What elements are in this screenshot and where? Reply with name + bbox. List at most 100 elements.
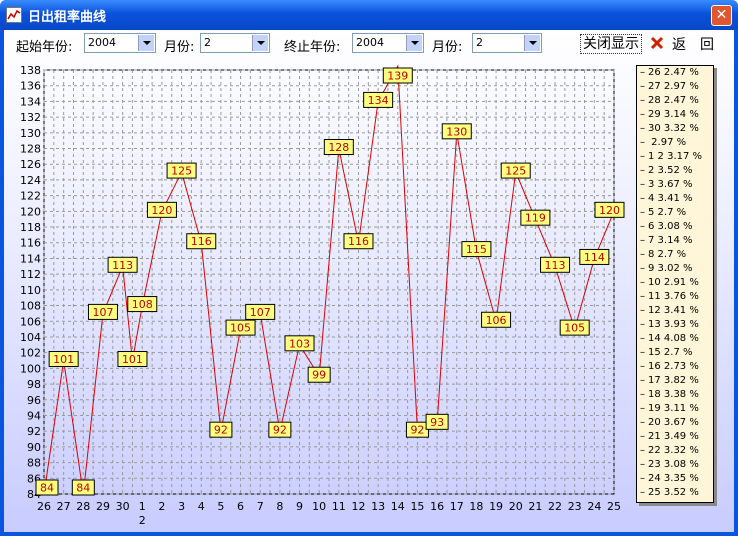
list-item[interactable]: –24 3.35 % — [637, 472, 713, 486]
list-item[interactable]: –8 2.7 % — [637, 248, 713, 262]
list-item[interactable]: –25 3.52 % — [637, 486, 713, 500]
list-item[interactable]: –6 3.08 % — [637, 220, 713, 234]
list-item-text: 27 2.97 % — [648, 81, 699, 92]
list-item[interactable]: –7 3.14 % — [637, 234, 713, 248]
list-item-text: 18 3.38 % — [648, 389, 699, 400]
list-item[interactable]: –28 2.47 % — [637, 94, 713, 108]
chevron-down-icon[interactable] — [406, 35, 422, 51]
list-item[interactable]: –23 3.08 % — [637, 458, 713, 472]
y-tick-label: 126 — [20, 158, 41, 171]
daily-rate-list[interactable]: –26 2.47 % –27 2.97 % –28 2.47 % –29 3.14 %… — [636, 65, 714, 503]
end-year-select[interactable]: 2004 — [352, 33, 424, 53]
y-tick-label: 92 — [27, 425, 41, 438]
y-tick-label: 102 — [20, 347, 41, 360]
chevron-down-icon[interactable] — [252, 35, 268, 51]
x-tick-label: 1 — [139, 500, 146, 513]
x-tick-label: 5 — [217, 500, 224, 513]
list-item[interactable]: –1 2 3.17 % — [637, 150, 713, 164]
y-tick-label: 88 — [27, 457, 41, 470]
list-item[interactable]: –2 3.52 % — [637, 164, 713, 178]
list-item[interactable]: –11 3.76 % — [637, 290, 713, 304]
list-item-text: 29 3.14 % — [648, 109, 699, 120]
list-item-text: 10 2.91 % — [648, 277, 699, 288]
dash-marker: – — [640, 221, 645, 232]
list-item[interactable]: –26 2.47 % — [637, 66, 713, 80]
y-tick-label: 94 — [27, 409, 41, 422]
dash-marker: – — [640, 361, 645, 372]
y-tick-label: 90 — [27, 441, 41, 454]
list-item[interactable]: –22 3.32 % — [637, 444, 713, 458]
list-item-text: 22 3.32 % — [648, 445, 699, 456]
y-tick-label: 106 — [20, 315, 41, 328]
list-item[interactable]: – 2.97 % — [637, 136, 713, 150]
list-item[interactable]: –16 2.73 % — [637, 360, 713, 374]
x-tick-label: 25 — [607, 500, 621, 513]
end-month-select[interactable]: 2 — [472, 33, 542, 53]
list-item[interactable]: –15 2.7 % — [637, 346, 713, 360]
title-bar: 日出租率曲线 ✕ — [0, 0, 738, 30]
x-tick-label: 8 — [276, 500, 283, 513]
start-month-select[interactable]: 2 — [200, 33, 270, 53]
list-item-text: 5 2.7 % — [648, 207, 687, 218]
dash-marker: – — [640, 473, 645, 484]
list-item[interactable]: –27 2.97 % — [637, 80, 713, 94]
x-tick-label: 28 — [76, 500, 90, 513]
data-label: 84 — [40, 482, 54, 495]
chevron-down-icon[interactable] — [138, 35, 154, 51]
y-tick-label: 110 — [20, 284, 41, 297]
data-label: 103 — [289, 337, 310, 350]
x-tick-label: 23 — [568, 500, 582, 513]
dash-marker: – — [640, 291, 645, 302]
x-tick-label: 21 — [528, 500, 542, 513]
x-tick-label: 10 — [312, 500, 326, 513]
list-item[interactable]: –18 3.38 % — [637, 388, 713, 402]
dash-marker: – — [640, 81, 645, 92]
list-item[interactable]: –14 4.08 % — [637, 332, 713, 346]
dash-marker: – — [640, 235, 645, 246]
return-button[interactable]: 回 — [700, 34, 714, 54]
list-item-text: 1 2 3.17 % — [648, 151, 703, 162]
y-tick-label: 112 — [20, 268, 41, 281]
app-window: 日出租率曲线 ✕ 起始年份: 2004 月份: 2 终止年份: 2004 月份:… — [0, 0, 738, 536]
data-label: 113 — [112, 259, 133, 272]
list-item[interactable]: –10 2.91 % — [637, 276, 713, 290]
data-label: 115 — [466, 243, 487, 256]
delete-icon[interactable] — [650, 36, 664, 50]
client-area: 起始年份: 2004 月份: 2 终止年份: 2004 月份: 2 关闭显示 返… — [4, 30, 734, 532]
list-item[interactable]: –29 3.14 % — [637, 108, 713, 122]
y-tick-label: 132 — [20, 111, 41, 124]
list-item[interactable]: –9 3.02 % — [637, 262, 713, 276]
chevron-down-icon[interactable] — [524, 35, 540, 51]
dash-marker: – — [640, 375, 645, 386]
x-tick-label: 3 — [178, 500, 185, 513]
dash-marker: – — [640, 263, 645, 274]
data-label: 93 — [430, 416, 444, 429]
back-button[interactable]: 返 — [672, 34, 686, 54]
y-tick-label: 98 — [27, 378, 41, 391]
start-year-select[interactable]: 2004 — [84, 33, 156, 53]
list-item[interactable]: –20 3.67 % — [637, 416, 713, 430]
dash-marker: – — [640, 403, 645, 414]
list-item[interactable]: –3 3.67 % — [637, 178, 713, 192]
list-item[interactable]: –13 3.93 % — [637, 318, 713, 332]
x-tick-label: 22 — [548, 500, 562, 513]
data-label: 105 — [564, 322, 585, 335]
list-item[interactable]: –19 3.11 % — [637, 402, 713, 416]
list-item-text: 12 3.41 % — [648, 305, 699, 316]
list-item[interactable]: –12 3.41 % — [637, 304, 713, 318]
toggle-display-button[interactable]: 关闭显示 — [580, 34, 642, 54]
list-item[interactable]: –21 3.49 % — [637, 430, 713, 444]
close-window-button[interactable]: ✕ — [711, 5, 732, 26]
x-tick-label: 2 — [158, 500, 165, 513]
list-item[interactable]: –5 2.7 % — [637, 206, 713, 220]
list-item-text: 2 3.52 % — [648, 165, 693, 176]
y-tick-label: 100 — [20, 362, 41, 375]
list-item[interactable]: –30 3.32 % — [637, 122, 713, 136]
list-item[interactable]: –17 3.82 % — [637, 374, 713, 388]
x-tick-label: 15 — [410, 500, 424, 513]
x-tick-label: 16 — [430, 500, 444, 513]
x-tick-label: 29 — [96, 500, 110, 513]
end-year-value: 2004 — [356, 36, 384, 49]
list-item[interactable]: –4 3.41 % — [637, 192, 713, 206]
start-year-value: 2004 — [88, 36, 116, 49]
